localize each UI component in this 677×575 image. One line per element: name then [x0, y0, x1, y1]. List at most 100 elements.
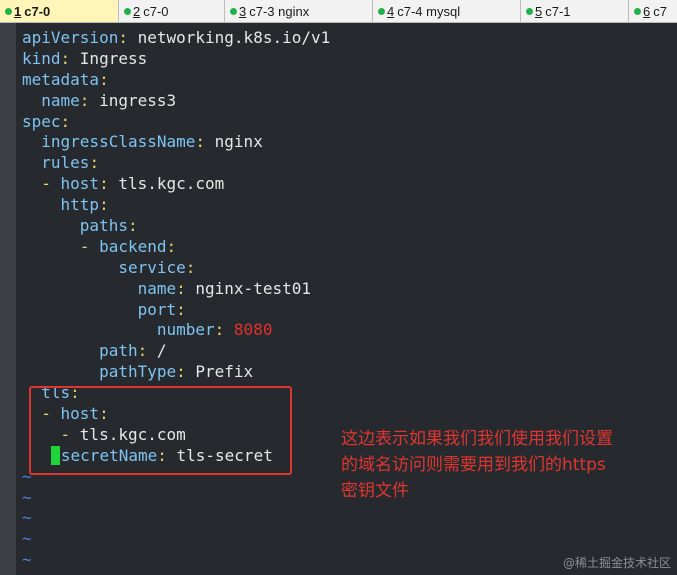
connected-dot-icon — [526, 8, 533, 15]
code-token: : — [176, 299, 186, 319]
code-token: name — [41, 90, 80, 110]
code-line: number: 8080 — [22, 320, 662, 341]
editor-gutter — [0, 23, 16, 575]
code-token: host — [60, 174, 100, 194]
code-token: : — [214, 320, 234, 340]
code-line: spec: — [22, 112, 662, 133]
code-token: networking.k8s.io/v1 — [137, 28, 331, 47]
connected-dot-icon — [230, 8, 237, 15]
code-token: : — [89, 153, 100, 173]
tab-1[interactable]: 1 c7-0 — [0, 0, 119, 22]
code-token: path — [99, 341, 138, 361]
code-line: apiVersion: networking.k8s.io/v1 — [22, 28, 662, 49]
code-line: kind: Ingress — [22, 49, 662, 70]
tab-label: c7 — [653, 3, 667, 19]
code-token: metadata — [22, 69, 100, 89]
empty-line-marker: ~ — [22, 487, 32, 507]
code-line: paths: — [22, 216, 662, 237]
connected-dot-icon — [378, 8, 385, 15]
tab-number: 2 — [133, 3, 141, 19]
code-line: - backend: — [22, 237, 662, 258]
tab-number: 4 — [387, 3, 395, 19]
tab-label: c7-3 nginx — [249, 3, 310, 19]
tab-4[interactable]: 4 c7-4 mysql — [373, 0, 521, 22]
code-line: pathType: Prefix — [22, 362, 662, 383]
connected-dot-icon — [5, 8, 12, 15]
code-token: http — [60, 195, 100, 215]
tab-2[interactable]: 2 c7-0 — [119, 0, 225, 22]
code-token: number — [156, 320, 215, 340]
tab-label: c7-4 mysql — [397, 3, 461, 19]
code-token: / — [156, 341, 167, 361]
code-token: paths — [79, 216, 128, 236]
watermark: @稀土掘金技术社区 — [562, 556, 671, 570]
tab-number: 6 — [643, 3, 651, 19]
code-token: - — [79, 236, 100, 256]
tab-number: 5 — [535, 3, 543, 19]
tab-label: c7-1 — [545, 3, 571, 19]
connected-dot-icon — [634, 8, 641, 15]
empty-line-marker: ~ — [22, 550, 32, 570]
code-line: port: — [22, 300, 662, 321]
code-line: path: / — [22, 341, 662, 362]
code-token: nginx — [214, 132, 263, 152]
code-token: spec — [22, 111, 61, 131]
tab-number: 3 — [239, 3, 247, 19]
annotation-note: 这边表示如果我们我们使用我们设置 的域名访问则需要用到我们的https 密钥文件 — [341, 429, 613, 501]
code-token: tls.kgc.com — [118, 174, 225, 194]
code-token: : — [176, 362, 196, 382]
empty-line-marker: ~ — [22, 529, 32, 549]
code-token: ingress3 — [99, 90, 177, 110]
highlight-box — [29, 386, 292, 475]
code-line: service: — [22, 258, 662, 279]
code-token: Prefix — [195, 362, 254, 382]
code-line: - host: tls.kgc.com — [22, 174, 662, 195]
code-token: Ingress — [79, 48, 148, 68]
code-line: rules: — [22, 153, 662, 174]
terminal-window: 1 c7-0 2 c7-0 3 c7-3 nginx 4 c7-4 mysql … — [0, 0, 677, 575]
code-token: : — [166, 236, 177, 256]
tab-6[interactable]: 6 c7 — [629, 0, 677, 22]
tab-label: c7-0 — [143, 3, 169, 19]
connected-dot-icon — [124, 8, 131, 15]
code-token: : — [99, 174, 119, 194]
code-token: rules — [41, 153, 90, 173]
code-token: ingressClassName — [41, 132, 196, 152]
tab-5[interactable]: 5 c7-1 — [521, 0, 629, 22]
empty-line-marker: ~ — [22, 508, 32, 528]
tab-bar: 1 c7-0 2 c7-0 3 c7-3 nginx 4 c7-4 mysql … — [0, 0, 677, 23]
code-token: : — [176, 278, 196, 298]
code-token: : — [99, 195, 109, 215]
tab-number: 1 — [14, 3, 22, 19]
code-line: name: nginx-test01 — [22, 279, 662, 300]
code-token: backend — [99, 236, 167, 256]
code-line: http: — [22, 195, 662, 216]
code-token: : — [99, 69, 109, 89]
tab-label: c7-0 — [24, 3, 51, 19]
code-line: ingressClassName: nginx — [22, 132, 662, 153]
code-token: 8080 — [233, 320, 273, 340]
tab-3[interactable]: 3 c7-3 nginx — [225, 0, 373, 22]
code-token: : — [60, 48, 80, 68]
code-line: ~ — [22, 508, 662, 529]
code-token: name — [137, 278, 177, 298]
code-line: ~ — [22, 529, 662, 550]
code-token: : — [79, 90, 100, 110]
code-token: apiVersion — [22, 28, 119, 47]
code-token: nginx-test01 — [195, 278, 311, 298]
code-line: name: ingress3 — [22, 91, 662, 112]
code-token: : — [60, 111, 71, 131]
code-token: port — [137, 299, 177, 319]
code-token: : — [195, 132, 215, 152]
code-token: : — [185, 257, 196, 277]
code-token: : — [118, 28, 138, 47]
